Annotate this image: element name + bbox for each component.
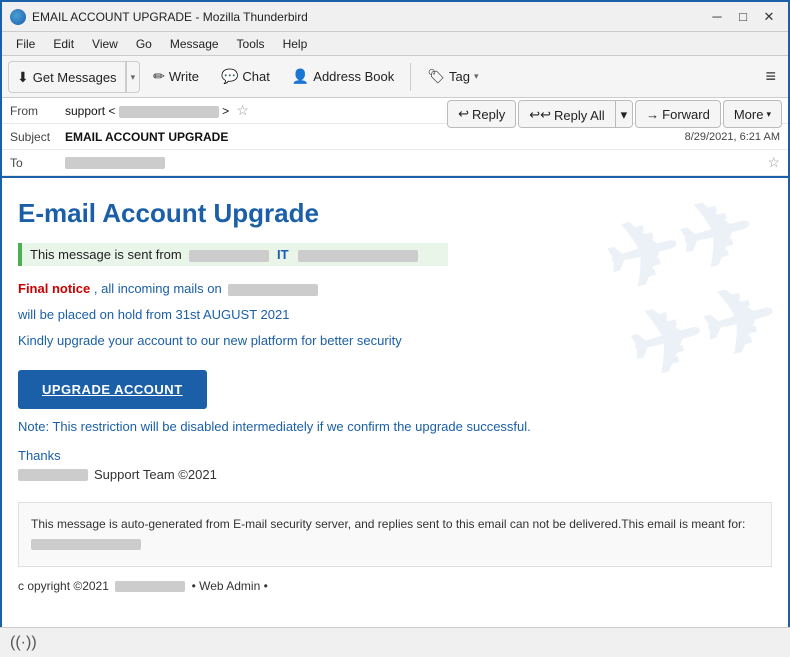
to-row: To ☆ (2, 150, 788, 176)
subject-label: Subject (10, 130, 65, 144)
window-title: EMAIL ACCOUNT UPGRADE - Mozilla Thunderb… (32, 10, 308, 24)
menu-view[interactable]: View (84, 35, 126, 53)
get-messages-dropdown[interactable]: ▾ (126, 62, 140, 93)
tag-icon: 🏷 (427, 68, 445, 85)
get-messages-icon: ⬇ (17, 69, 29, 86)
body-line2: will be placed on hold from 31st AUGUST … (18, 304, 772, 326)
chat-icon: 💬 (221, 68, 238, 85)
menu-message[interactable]: Message (162, 35, 227, 53)
connection-icon: ((·)) (10, 634, 37, 652)
write-button[interactable]: ✏ Write (144, 61, 208, 93)
menu-help[interactable]: Help (275, 35, 316, 53)
app-logo (10, 9, 26, 25)
to-label: To (10, 156, 65, 170)
tag-button[interactable]: 🏷 Tag ▾ (418, 61, 487, 93)
it-badge-redacted (298, 250, 418, 262)
support-team-text: Support Team ©2021 (94, 467, 217, 482)
email-headers: ↩ Reply ↩↩ Reply All ▾ → Forward More ▾ … (2, 98, 788, 178)
minimize-button[interactable]: ─ (706, 6, 728, 28)
action-bar: ↩ Reply ↩↩ Reply All ▾ → Forward More ▾ (447, 100, 782, 128)
copyright-redacted (115, 581, 185, 592)
sender-notice: This message is sent from IT (18, 243, 448, 266)
from-redacted (119, 106, 219, 118)
get-messages-group: ⬇ Get Messages ▾ (8, 61, 140, 93)
toolbar: ⬇ Get Messages ▾ ✏ Write 💬 Chat 👤 Addres… (2, 56, 788, 98)
menu-file[interactable]: File (8, 35, 43, 53)
sender-notice-text: This message is sent from IT (30, 247, 418, 262)
note-text: Note: This restriction will be disabled … (18, 419, 772, 434)
email-title: E-mail Account Upgrade (18, 198, 772, 229)
body-line3: Kindly upgrade your account to our new p… (18, 330, 772, 352)
to-star[interactable]: ☆ (767, 154, 780, 171)
reply-icon: ↩ (458, 106, 469, 122)
final-notice-text: Final notice (18, 281, 90, 296)
maximize-button[interactable]: □ (732, 6, 754, 28)
thanks-text: Thanks (18, 448, 772, 463)
forward-button[interactable]: → Forward (635, 100, 721, 128)
support-line: Support Team ©2021 (18, 467, 772, 482)
reply-all-button[interactable]: ↩↩ Reply All (519, 101, 615, 128)
upgrade-button[interactable]: UPGRADE ACCOUNT (18, 356, 772, 419)
close-button[interactable]: ✕ (758, 6, 780, 28)
to-value (65, 156, 763, 170)
menu-bar: File Edit View Go Message Tools Help (2, 32, 788, 56)
forward-icon: → (646, 107, 659, 122)
body-line1: Final notice , all incoming mails on (18, 278, 772, 300)
from-label: From (10, 104, 65, 118)
body-redacted1 (228, 284, 318, 296)
support-name-redacted (18, 469, 88, 481)
subject-value: EMAIL ACCOUNT UPGRADE (65, 130, 685, 144)
menu-tools[interactable]: Tools (229, 35, 273, 53)
email-date: 8/29/2021, 6:21 AM (685, 131, 780, 143)
auto-gen-box: This message is auto-generated from E-ma… (18, 502, 772, 566)
to-redacted (65, 157, 165, 169)
address-book-icon: 👤 (292, 68, 309, 85)
from-value: support < > ☆ (65, 102, 488, 119)
write-icon: ✏ (153, 68, 165, 85)
sender-name-redacted (189, 250, 269, 262)
menu-edit[interactable]: Edit (45, 35, 82, 53)
menu-go[interactable]: Go (128, 35, 160, 53)
copyright-line: c opyright ©2021 • Web Admin • (18, 579, 772, 593)
more-button[interactable]: More ▾ (723, 100, 782, 128)
get-messages-button[interactable]: ⬇ Get Messages (9, 62, 126, 93)
title-bar: EMAIL ACCOUNT UPGRADE - Mozilla Thunderb… (2, 2, 788, 32)
more-dropdown-arrow: ▾ (766, 109, 771, 120)
status-bar: ((·)) (0, 627, 790, 657)
address-book-button[interactable]: 👤 Address Book (283, 61, 403, 93)
toolbar-divider (410, 63, 411, 91)
auto-gen-redacted (31, 539, 141, 550)
reply-button[interactable]: ↩ Reply (447, 100, 516, 128)
reply-all-dropdown[interactable]: ▾ (616, 101, 633, 128)
chat-button[interactable]: 💬 Chat (212, 61, 279, 93)
tag-dropdown-arrow: ▾ (474, 71, 479, 82)
from-star[interactable]: ☆ (236, 102, 249, 118)
window-controls: ─ □ ✕ (706, 6, 780, 28)
hamburger-menu[interactable]: ≡ (759, 66, 782, 87)
email-body: ✈✈✈✈ E-mail Account Upgrade This message… (2, 178, 788, 631)
reply-all-icon: ↩↩ (529, 107, 551, 123)
email-content: E-mail Account Upgrade This message is s… (18, 198, 772, 593)
reply-all-group: ↩↩ Reply All ▾ (518, 100, 633, 128)
